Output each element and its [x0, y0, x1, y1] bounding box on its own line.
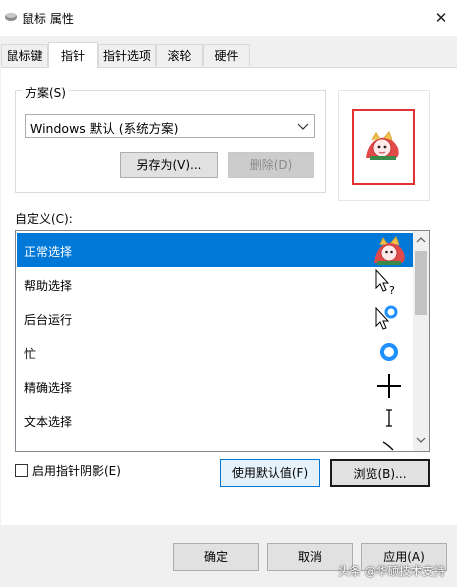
tab-buttons[interactable]: 鼠标键 — [1, 44, 48, 66]
list-item-label: 精确选择 — [24, 381, 73, 395]
pointer-shadow-checkbox[interactable] — [15, 464, 28, 477]
list-item[interactable]: 正常选择 — [17, 233, 413, 267]
custom-label: 自定义(C): — [15, 212, 73, 226]
text-select-cursor-icon — [386, 409, 392, 427]
list-item[interactable]: 文本选择 — [17, 403, 413, 437]
scroll-down-icon[interactable] — [413, 433, 429, 447]
tab-pointers[interactable]: 指针 — [48, 42, 98, 68]
close-icon[interactable]: ✕ — [428, 4, 454, 32]
window-title: 鼠标 属性 — [22, 12, 74, 26]
tab-wheel[interactable]: 滚轮 — [156, 44, 203, 66]
chevron-down-icon — [297, 123, 309, 130]
list-item[interactable] — [17, 437, 413, 451]
tab-pointer-options[interactable]: 指针选项 — [98, 44, 156, 66]
list-item-label: 后台运行 — [24, 313, 73, 327]
list-item[interactable]: 后台运行 — [17, 301, 413, 335]
scheme-label: 方案(S) — [22, 84, 69, 101]
list-item-label: 正常选择 — [24, 245, 73, 259]
handwriting-cursor-icon — [382, 441, 394, 451]
watermark: 头条 @华硕技术支持 — [338, 564, 446, 578]
delete-button[interactable]: 删除(D) — [228, 152, 314, 178]
list-item-label: 文本选择 — [24, 415, 73, 429]
cartoon-cursor-icon — [366, 131, 399, 160]
use-default-button[interactable]: 使用默认值(F) — [220, 459, 320, 487]
list-item[interactable]: 帮助选择 ? — [17, 267, 413, 301]
svg-text:?: ? — [389, 284, 395, 297]
help-select-cursor-icon: ? — [375, 268, 395, 297]
list-item[interactable]: 忙 — [17, 335, 413, 369]
list-item-label: 忙 — [24, 347, 37, 361]
mouse-icon — [5, 13, 17, 21]
list-item-label: 帮助选择 — [24, 279, 73, 293]
precision-select-cursor-icon — [377, 374, 401, 398]
browse-button[interactable]: 浏览(B)... — [330, 459, 430, 487]
scheme-dropdown[interactable]: Windows 默认 (系统方案) — [25, 114, 315, 138]
scroll-thumb[interactable] — [415, 251, 427, 315]
ok-button[interactable]: 确定 — [173, 543, 259, 571]
list-item[interactable]: 精确选择 — [17, 369, 413, 403]
busy-cursor-icon — [380, 343, 398, 361]
list-scrollbar[interactable] — [413, 231, 429, 451]
cursor-list[interactable]: 正常选择 帮助选择 ? 后台运行 忙 精确选择 文本选择 — [15, 230, 430, 452]
scheme-selected-value: Windows 默认 (系统方案) — [30, 121, 179, 136]
pointer-shadow-label[interactable]: 启用指针阴影(E) — [32, 462, 121, 479]
cartoon-cursor-icon — [374, 236, 405, 265]
working-in-background-cursor-icon — [375, 305, 398, 330]
scroll-up-icon[interactable] — [413, 233, 429, 247]
save-as-button[interactable]: 另存为(V)... — [120, 152, 218, 178]
tab-hardware[interactable]: 硬件 — [203, 44, 250, 66]
